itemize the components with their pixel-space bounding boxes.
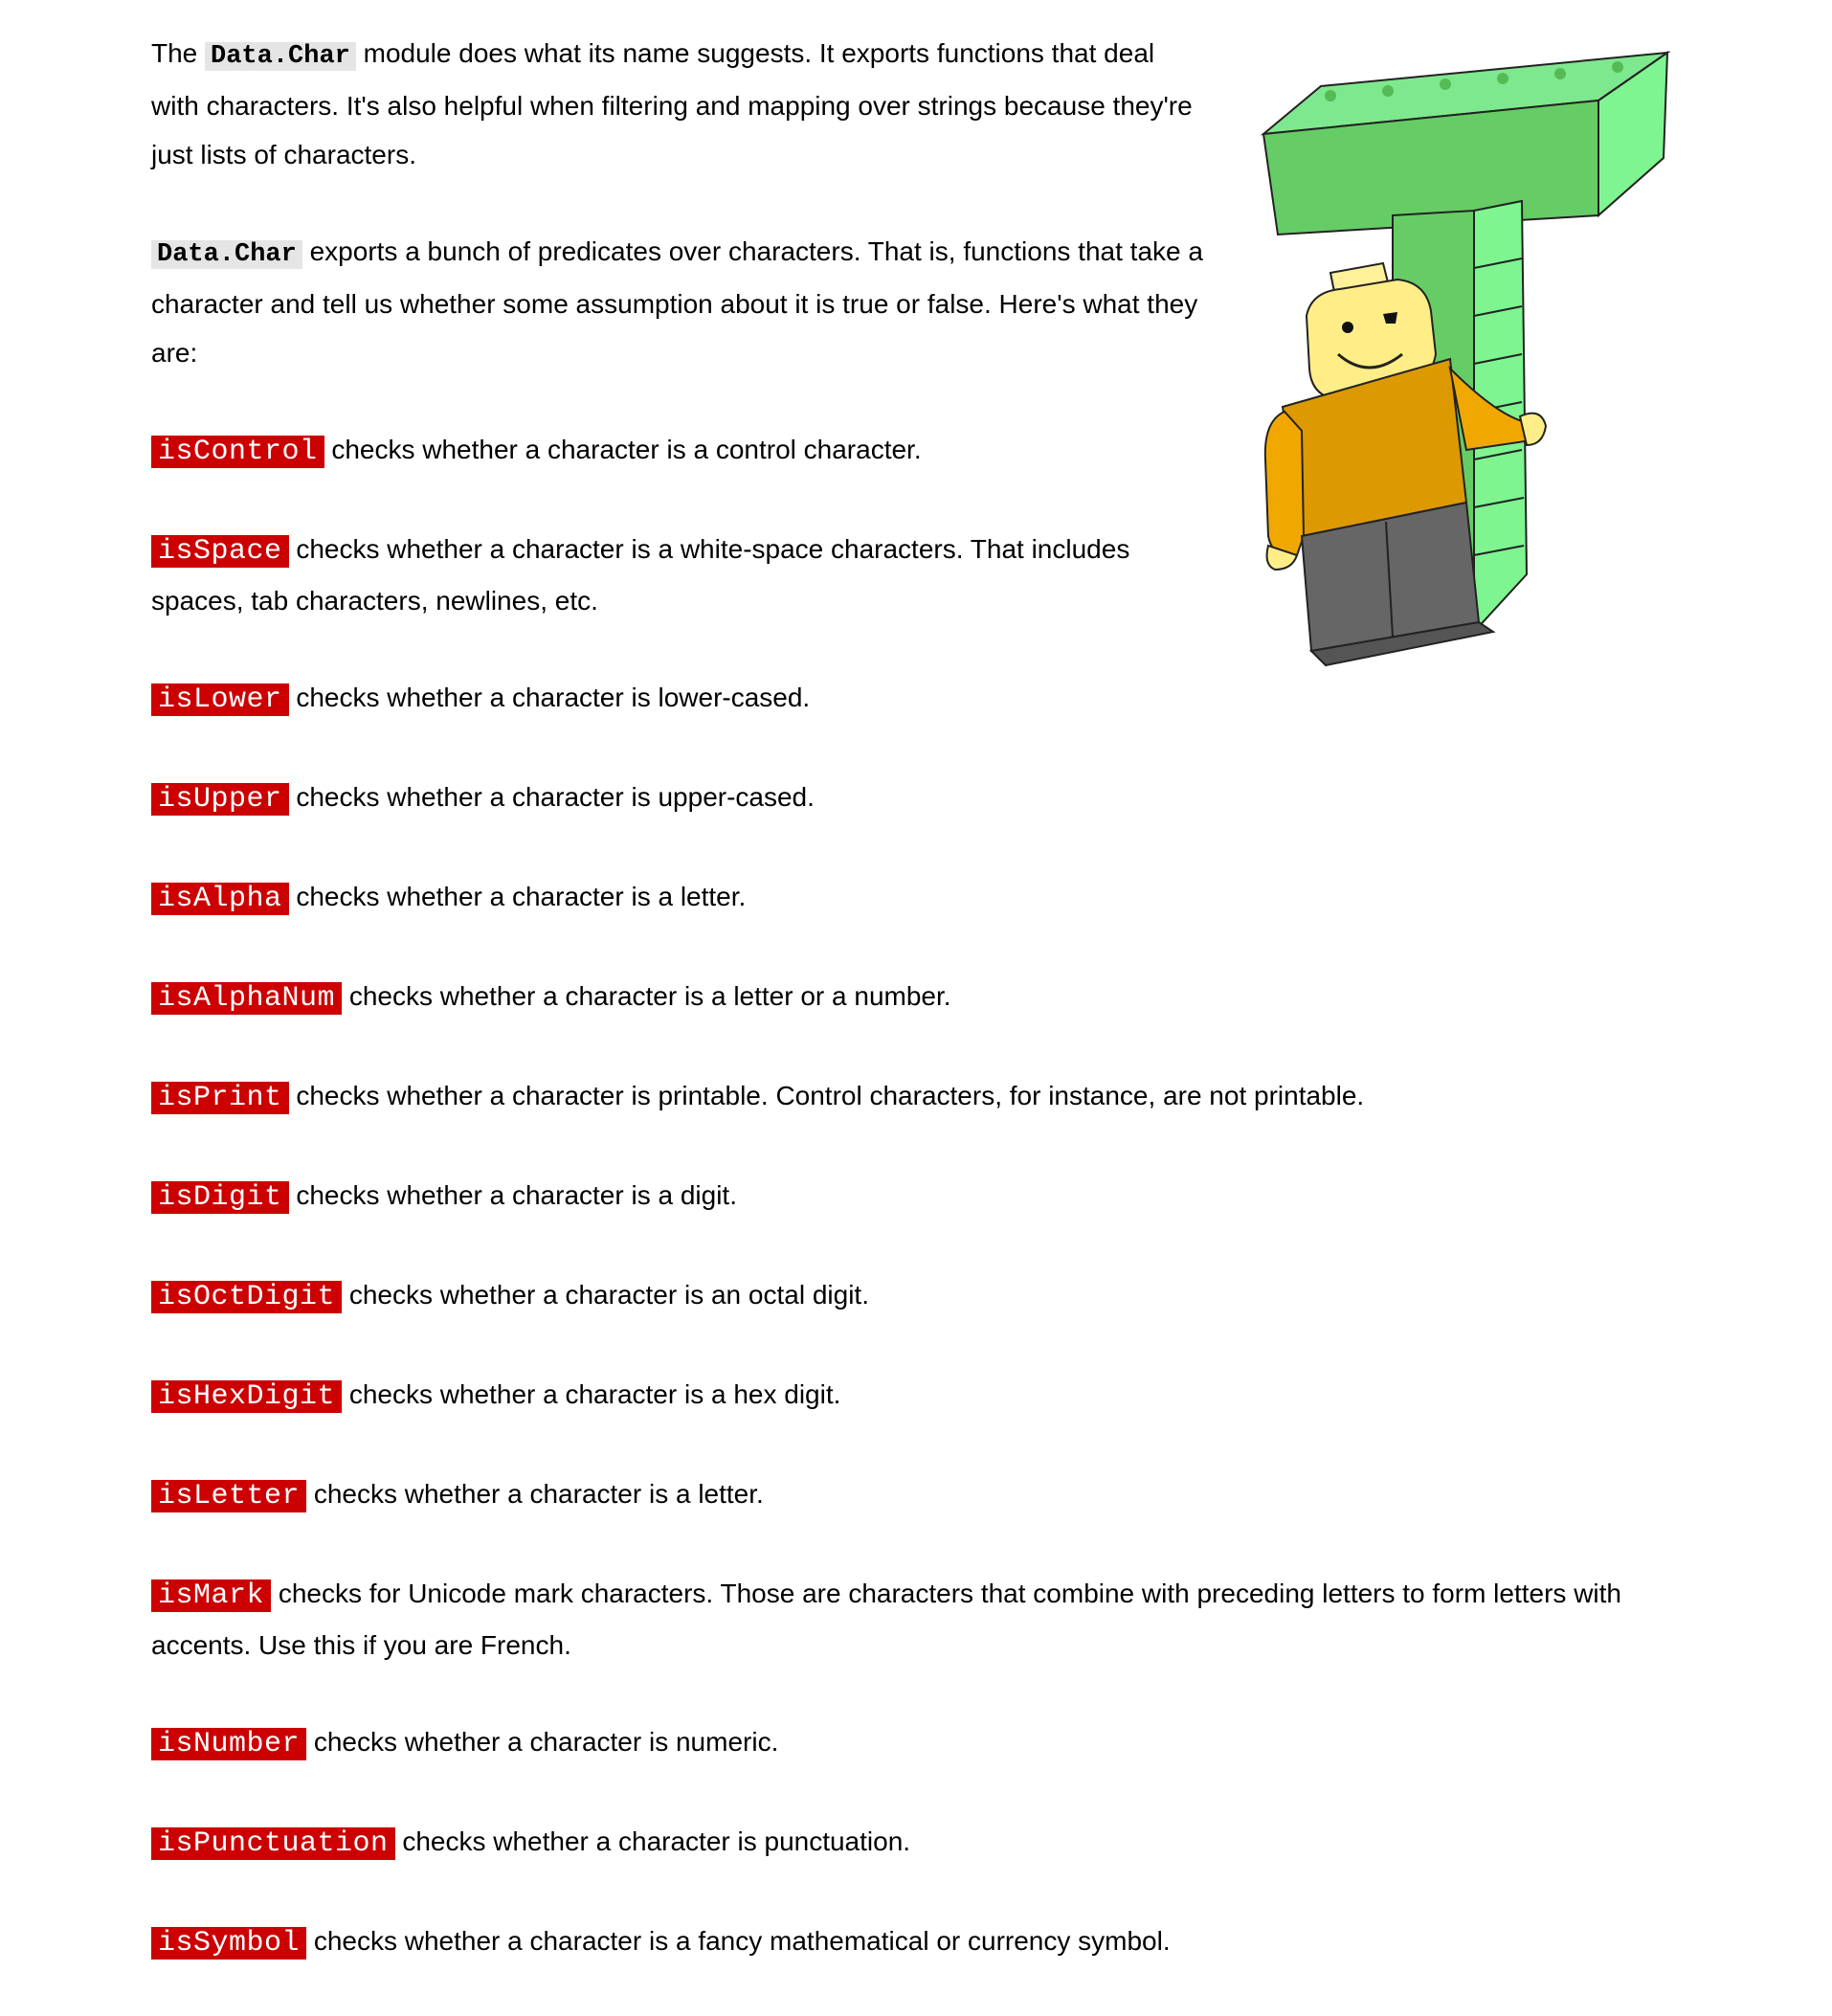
predicate-description: checks whether a character is punctuatio… (402, 1826, 911, 1856)
predicate-item: isHexDigit checks whether a character is… (151, 1370, 1644, 1422)
predicate-description: checks whether a character is a white-sp… (151, 534, 1130, 616)
predicate-name-code: isSpace (151, 535, 289, 568)
predicate-item: isOctDigit checks whether a character is… (151, 1270, 1644, 1322)
predicate-description: checks whether a character is numeric. (313, 1727, 779, 1757)
predicate-name-code: isLower (151, 683, 289, 716)
predicate-name-code: isAlphaNum (151, 982, 343, 1015)
predicate-item: isUpper checks whether a character is up… (151, 773, 1204, 824)
predicate-description: checks for Unicode mark characters. Thos… (151, 1579, 1621, 1660)
predicate-description: checks whether a character is a hex digi… (348, 1379, 841, 1409)
predicate-item: isSpace checks whether a character is a … (151, 525, 1204, 625)
predicate-description: checks whether a character is upper-case… (296, 782, 815, 812)
predicate-item: isLetter checks whether a character is a… (151, 1469, 1644, 1521)
predicate-item: isDigit checks whether a character is a … (151, 1171, 1644, 1222)
predicate-name-code: isUpper (151, 783, 289, 816)
predicate-name-code: isControl (151, 436, 324, 468)
predicate-name-code: isAlpha (151, 883, 289, 915)
predicate-item: isMark checks for Unicode mark character… (151, 1569, 1644, 1669)
predicate-item: isAlpha checks whether a character is a … (151, 872, 1644, 924)
intro-text-before: The (151, 38, 198, 68)
predicate-description: checks whether a character is lower-case… (296, 683, 811, 712)
module-name-code: Data.Char (205, 42, 356, 71)
predicate-name-code: isLetter (151, 1480, 307, 1512)
predicate-item: isPunctuation checks whether a character… (151, 1817, 1644, 1869)
predicate-name-code: isMark (151, 1579, 272, 1612)
predicate-description: checks whether a character is an octal d… (348, 1280, 869, 1310)
predicate-description: checks whether a character is a letter. (313, 1479, 764, 1509)
predicate-description: checks whether a character is a control … (331, 435, 922, 464)
intro-paragraph-2: Data.Char exports a bunch of predicates … (151, 227, 1204, 377)
predicate-item: isControl checks whether a character is … (151, 425, 1204, 477)
predicate-description: checks whether a character is a fancy ma… (313, 1926, 1171, 1956)
predicate-description: checks whether a character is a letter o… (348, 981, 951, 1011)
intro-text-after: exports a bunch of predicates over chara… (151, 236, 1203, 368)
predicate-name-code: isOctDigit (151, 1281, 343, 1313)
predicate-description: checks whether a character is printable.… (296, 1081, 1365, 1110)
lego-figure-illustration-icon (1216, 38, 1675, 680)
predicate-item: isLower checks whether a character is lo… (151, 673, 1204, 725)
predicate-name-code: isPunctuation (151, 1827, 395, 1860)
predicate-item: isAlphaNum checks whether a character is… (151, 972, 1644, 1023)
predicate-name-code: isSymbol (151, 1927, 307, 1960)
predicate-item: isPrint checks whether a character is pr… (151, 1071, 1644, 1123)
predicate-description: checks whether a character is a letter. (296, 882, 747, 911)
predicate-description: checks whether a character is a digit. (296, 1180, 737, 1210)
predicate-name-code: isDigit (151, 1181, 289, 1214)
predicate-name-code: isHexDigit (151, 1380, 343, 1413)
predicate-name-code: isNumber (151, 1728, 307, 1760)
intro-paragraph-1: The Data.Char module does what its name … (151, 29, 1204, 179)
predicate-item: isNumber checks whether a character is n… (151, 1717, 1644, 1769)
predicate-name-code: isPrint (151, 1082, 289, 1114)
module-name-code: Data.Char (151, 240, 302, 269)
